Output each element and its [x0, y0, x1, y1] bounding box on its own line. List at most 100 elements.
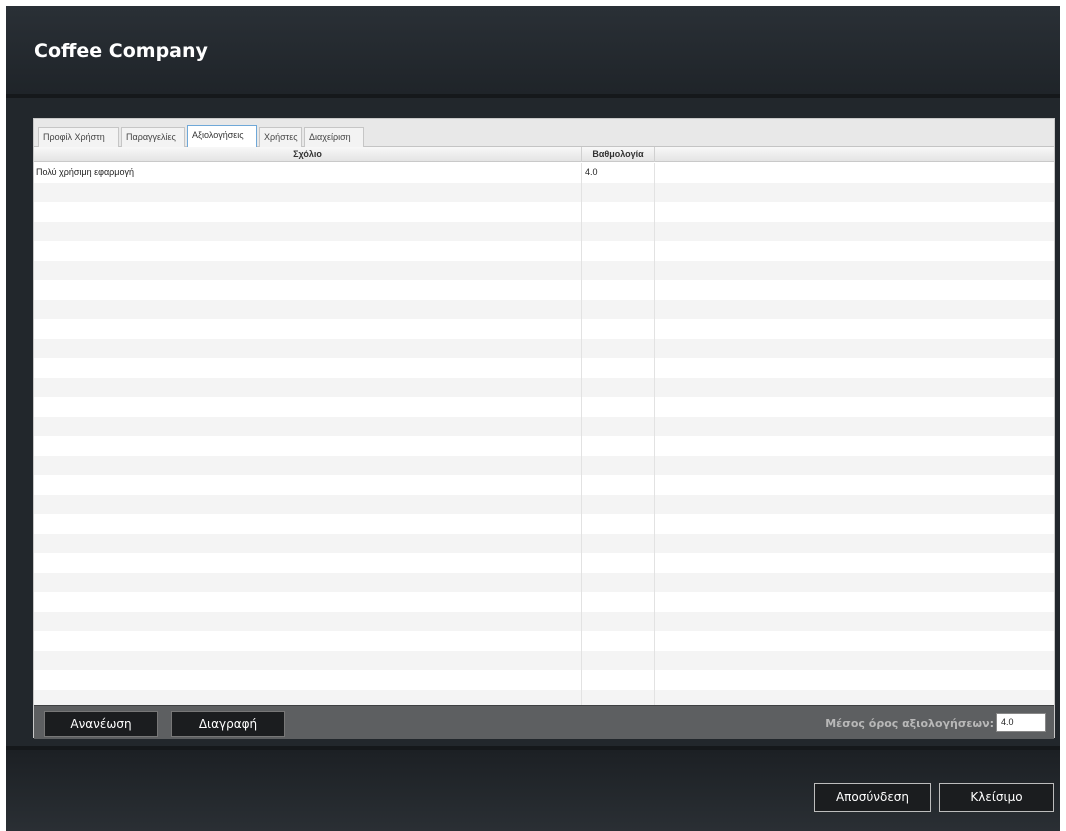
empty-cell [36, 202, 579, 222]
filler-cell [654, 163, 1054, 183]
table-row-empty [34, 572, 1054, 593]
table-row-empty [34, 358, 1054, 378]
table-row-empty [34, 260, 1054, 280]
empty-cell [654, 358, 1054, 378]
table-row-empty [34, 533, 1054, 554]
empty-cell [654, 514, 1054, 534]
table-row-empty [34, 553, 1054, 573]
table-row-empty [34, 592, 1054, 612]
app-window: Coffee Company Προφίλ Χρήστη Παραγγελίες… [6, 6, 1060, 831]
empty-cell [581, 631, 654, 651]
tab-users[interactable]: Χρήστες [259, 127, 302, 147]
empty-cell [36, 651, 579, 671]
action-bar: Ανανέωση Διαγραφή Μέσος όρος αξιολογήσεω… [34, 705, 1054, 739]
empty-cell [654, 670, 1054, 690]
empty-cell [36, 319, 579, 339]
empty-cell [581, 436, 654, 456]
table-header: Σχόλιο Βαθμολογία [34, 147, 1054, 162]
empty-cell [581, 299, 654, 319]
table-row-empty [34, 182, 1054, 203]
average-rating-field[interactable]: 4.0 [996, 713, 1046, 732]
table-row-empty [34, 377, 1054, 397]
empty-cell [654, 631, 1054, 651]
empty-cell [654, 280, 1054, 300]
empty-cell [654, 611, 1054, 631]
empty-cell [581, 494, 654, 514]
tab-user-profile[interactable]: Προφίλ Χρήστη [38, 127, 119, 147]
empty-cell [581, 358, 654, 378]
empty-cell [36, 553, 579, 573]
logout-button[interactable]: Αποσύνδεση [814, 783, 931, 812]
empty-cell [581, 338, 654, 358]
column-header-rating[interactable]: Βαθμολογία [581, 147, 654, 162]
empty-cell [581, 416, 654, 436]
empty-cell [581, 182, 654, 202]
empty-cell [581, 611, 654, 631]
app-title: Coffee Company [34, 40, 208, 62]
empty-cell [654, 182, 1054, 202]
tab-reviews[interactable]: Αξιολογήσεις [187, 125, 257, 147]
empty-cell [36, 358, 579, 378]
empty-cell [654, 397, 1054, 417]
empty-cell [36, 534, 579, 554]
table-row-empty [34, 416, 1054, 436]
footer-bar: Αποσύνδεση Κλείσιμο [6, 746, 1060, 831]
empty-cell [654, 299, 1054, 319]
empty-cell [654, 319, 1054, 339]
table-row-empty [34, 611, 1054, 631]
empty-cell [581, 280, 654, 300]
table-row-empty [34, 514, 1054, 534]
empty-cell [581, 533, 654, 553]
empty-cell [36, 183, 579, 203]
empty-cell [36, 631, 579, 651]
table-row-empty [34, 689, 1054, 706]
empty-cell [36, 222, 579, 242]
empty-cell [36, 475, 579, 495]
refresh-button[interactable]: Ανανέωση [44, 711, 158, 737]
empty-cell [581, 592, 654, 612]
empty-cell [654, 650, 1054, 670]
empty-cell [654, 221, 1054, 241]
empty-cell [36, 670, 579, 690]
empty-cell [654, 338, 1054, 358]
empty-cell [654, 592, 1054, 612]
empty-cell [36, 300, 579, 320]
reviews-table: Σχόλιο Βαθμολογία Πολύ χρήσιμη εφαρμογή … [34, 147, 1054, 705]
table-row-empty [34, 338, 1054, 359]
column-header-comment[interactable]: Σχόλιο [34, 147, 581, 162]
empty-cell [36, 592, 579, 612]
main-panel: Προφίλ Χρήστη Παραγγελίες Αξιολογήσεις Χ… [33, 118, 1055, 739]
table-row-empty [34, 397, 1054, 417]
empty-cell [36, 514, 579, 534]
empty-cell [654, 572, 1054, 592]
table-row[interactable]: Πολύ χρήσιμη εφαρμογή 4.0 [34, 163, 1054, 183]
table-row-empty [34, 631, 1054, 651]
empty-cell [581, 455, 654, 475]
tab-orders[interactable]: Παραγγελίες [121, 127, 185, 147]
table-row-empty [34, 436, 1054, 456]
header-bar: Coffee Company [6, 6, 1060, 98]
empty-cell [36, 339, 579, 359]
empty-cell [581, 397, 654, 417]
empty-cell [581, 319, 654, 339]
empty-cell [36, 573, 579, 593]
empty-cell [581, 689, 654, 705]
empty-cell [36, 456, 579, 476]
table-row-empty [34, 319, 1054, 339]
empty-cell [36, 690, 579, 706]
table-row-empty [34, 670, 1054, 690]
empty-cell [654, 436, 1054, 456]
empty-cell [36, 241, 579, 261]
empty-cell [581, 572, 654, 592]
tab-administration[interactable]: Διαχείριση [304, 127, 364, 147]
column-header-filler [654, 147, 1054, 162]
empty-cell [654, 533, 1054, 553]
empty-cell [654, 494, 1054, 514]
table-row-empty [34, 221, 1054, 242]
empty-cell [654, 553, 1054, 573]
empty-cell [654, 416, 1054, 436]
comment-cell: Πολύ χρήσιμη εφαρμογή [36, 167, 135, 177]
empty-cell [654, 475, 1054, 495]
delete-button[interactable]: Διαγραφή [171, 711, 285, 737]
close-button[interactable]: Κλείσιμο [939, 783, 1054, 812]
